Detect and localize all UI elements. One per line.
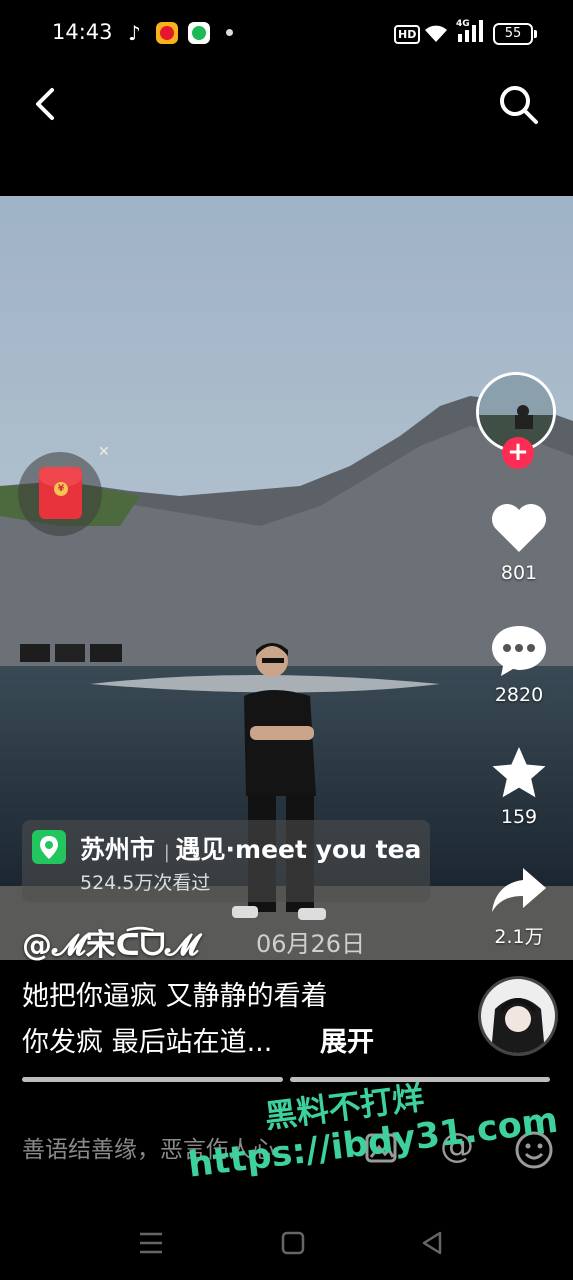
- share-count: 2.1万: [494, 926, 544, 948]
- share-button[interactable]: 2.1万: [479, 864, 559, 949]
- menu-nav-icon[interactable]: [136, 1228, 166, 1258]
- location-city: 苏州市: [80, 835, 156, 864]
- back-nav-icon[interactable]: [418, 1228, 448, 1258]
- star-icon: [492, 747, 546, 798]
- red-packet-widget[interactable]: ¥: [18, 452, 102, 536]
- like-count: 801: [500, 562, 538, 584]
- network-type-label: 4G: [456, 19, 470, 29]
- back-button[interactable]: [28, 84, 64, 124]
- message-notification-icon: [188, 22, 210, 44]
- music-disc[interactable]: [478, 976, 558, 1056]
- comment-count: 2820: [494, 684, 544, 706]
- hd-indicator: HD: [394, 25, 421, 44]
- author-name[interactable]: @𝓜宋ᑕ͡ᗜ𝓜: [22, 920, 199, 964]
- location-pin-icon: [32, 830, 66, 864]
- search-button[interactable]: [496, 82, 542, 128]
- coin-icon: ¥: [54, 482, 68, 496]
- red-packet-close-icon[interactable]: ✕: [98, 444, 110, 460]
- post-date: 06月26日: [256, 930, 366, 958]
- weibo-notification-icon: [156, 22, 178, 44]
- share-arrow-icon: [492, 868, 546, 912]
- location-divider: |: [163, 842, 176, 863]
- location-title: 苏州市 | 遇见·meet you tea: [80, 830, 421, 866]
- tiktok-notification-icon: ♪: [128, 21, 141, 45]
- location-place: 遇见·meet you tea: [175, 835, 422, 864]
- caption-line-2: 你发疯 最后站在道...: [22, 1027, 273, 1058]
- like-button[interactable]: 801: [479, 500, 559, 584]
- wifi-icon: [425, 25, 447, 42]
- favorite-button[interactable]: 159: [479, 744, 559, 828]
- comment-bubble-icon: [492, 626, 546, 676]
- video-header: [0, 60, 573, 196]
- status-time: 14:43: [52, 20, 113, 44]
- follow-button[interactable]: +: [502, 437, 534, 469]
- location-tag[interactable]: 苏州市 | 遇见·meet you tea 524.5万次看过: [22, 820, 430, 902]
- status-bar: 14:43 ♪ HD 4G 55: [0, 0, 573, 60]
- music-cover-image: [481, 979, 555, 1053]
- cellular-signal-icon: 4G: [456, 19, 483, 42]
- favorite-count: 159: [500, 806, 538, 828]
- battery-indicator: 55: [493, 23, 537, 45]
- caption-line-1: 她把你逼疯 又静静的看着: [22, 981, 328, 1012]
- system-nav-bar: [0, 1210, 573, 1280]
- red-packet-icon: ¥: [39, 467, 82, 519]
- expand-caption-button[interactable]: 展开: [320, 1020, 374, 1059]
- home-nav-icon[interactable]: [278, 1228, 308, 1258]
- comment-button[interactable]: 2820: [479, 622, 559, 706]
- progress-segment-1: [22, 1077, 283, 1082]
- more-notifications-dot: [226, 29, 233, 36]
- heart-icon: [492, 504, 546, 552]
- location-views: 524.5万次看过: [80, 872, 211, 894]
